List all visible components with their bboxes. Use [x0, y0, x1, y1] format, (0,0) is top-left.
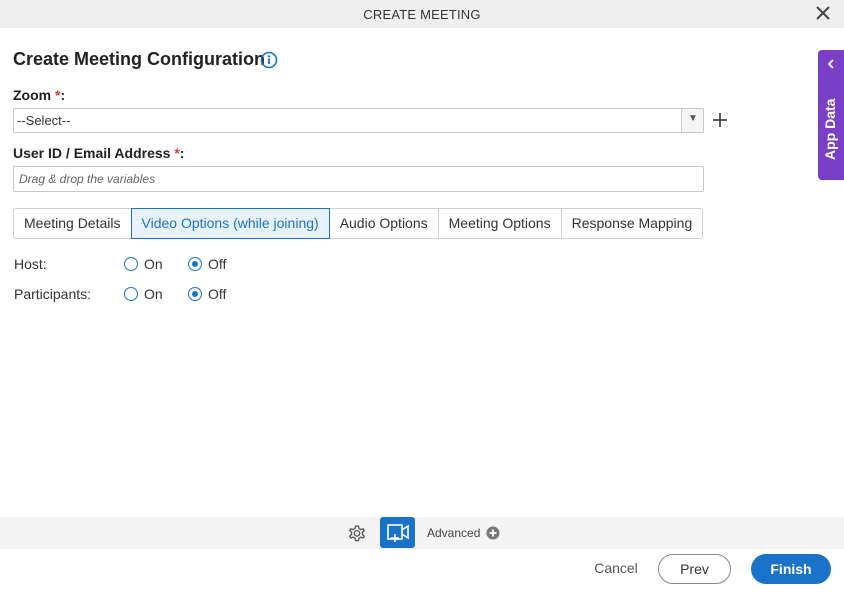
- gear-icon[interactable]: [346, 522, 368, 544]
- host-label: Host:: [14, 256, 47, 272]
- radio-label: Off: [208, 286, 227, 302]
- advanced-link[interactable]: Advanced: [427, 526, 480, 540]
- add-connection-plus-icon[interactable]: [710, 110, 730, 130]
- tab-video-options[interactable]: Video Options (while joining): [130, 208, 330, 239]
- video-add-icon: [387, 524, 409, 542]
- zoom-label-text: Zoom: [13, 87, 52, 103]
- tab-response-mapping[interactable]: Response Mapping: [560, 208, 704, 239]
- user-id-label-text: User ID / Email Address: [13, 145, 171, 161]
- zoom-label: Zoom *:: [13, 87, 65, 103]
- radio-label: On: [144, 286, 163, 302]
- close-icon[interactable]: [814, 4, 832, 22]
- participants-on-radio[interactable]: On: [124, 286, 163, 302]
- participants-label: Participants:: [14, 286, 92, 302]
- radio-label: On: [144, 256, 163, 272]
- radio-label: Off: [208, 256, 227, 272]
- dialog-title: CREATE MEETING: [363, 7, 481, 22]
- host-on-radio[interactable]: On: [124, 256, 163, 272]
- options-tabs: Meeting Details Video Options (while joi…: [13, 208, 704, 239]
- user-id-input[interactable]: [13, 166, 704, 192]
- info-icon[interactable]: [260, 51, 278, 69]
- page-title: Create Meeting Configuration: [13, 49, 266, 69]
- tab-meeting-options[interactable]: Meeting Options: [437, 208, 562, 239]
- zoom-select[interactable]: --Select-- ▼: [13, 108, 704, 133]
- app-data-label: App Data: [822, 98, 838, 160]
- chevron-left-icon: [827, 59, 834, 69]
- tab-audio-options[interactable]: Audio Options: [328, 208, 439, 239]
- participants-off-radio[interactable]: Off: [188, 286, 226, 302]
- dialog-title-bar: CREATE MEETING: [0, 0, 844, 28]
- zoom-select-value: --Select--: [17, 113, 71, 128]
- finish-button[interactable]: Finish: [751, 554, 831, 584]
- video-meeting-button[interactable]: [380, 517, 415, 548]
- tab-meeting-details[interactable]: Meeting Details: [13, 208, 132, 239]
- prev-button[interactable]: Prev: [658, 554, 731, 584]
- user-id-label: User ID / Email Address *:: [13, 145, 184, 161]
- cancel-button[interactable]: Cancel: [582, 553, 650, 583]
- radio-unchecked-icon: [124, 287, 138, 301]
- plus-circle-icon[interactable]: [486, 526, 500, 540]
- radio-unchecked-icon: [124, 257, 138, 271]
- bottom-toolbar: [0, 517, 844, 549]
- radio-checked-icon: [188, 257, 202, 271]
- host-off-radio[interactable]: Off: [188, 256, 226, 272]
- app-data-panel-toggle[interactable]: App Data: [818, 50, 844, 180]
- label-colon: :: [60, 87, 66, 103]
- label-colon: :: [179, 145, 185, 161]
- triangle-down-icon: ▼: [688, 113, 698, 124]
- dropdown-arrow[interactable]: ▼: [681, 109, 703, 132]
- radio-checked-icon: [188, 287, 202, 301]
